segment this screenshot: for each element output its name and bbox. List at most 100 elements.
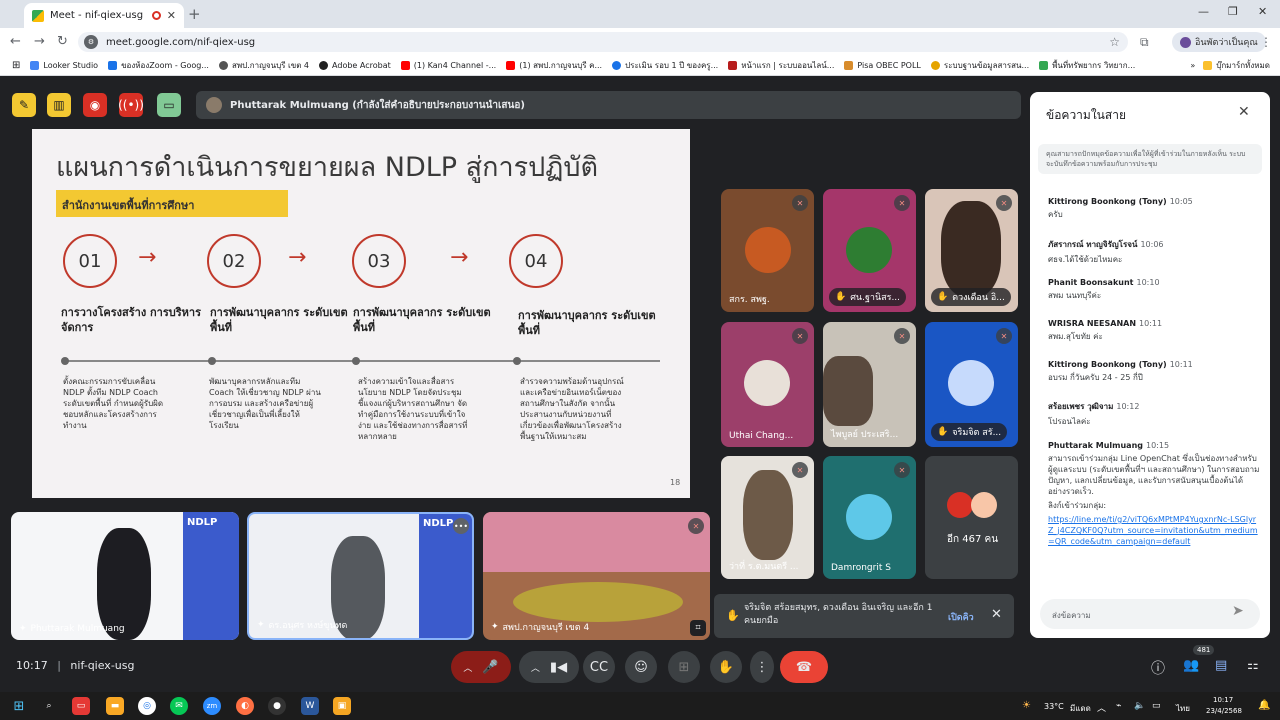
battery-icon[interactable]: ▭ xyxy=(1152,701,1161,711)
address-bar[interactable]: ⚙ meet.google.com/nif-qiex-usg ☆ xyxy=(78,32,1128,52)
firefox-icon[interactable]: ◐ xyxy=(236,697,254,715)
close-window-icon[interactable]: ✕ xyxy=(1258,5,1267,18)
close-icon[interactable]: ✕ xyxy=(991,607,1002,622)
bookmark-item[interactable]: Looker Studio xyxy=(30,61,98,70)
raised-hand-icon: ✋ xyxy=(835,292,847,302)
annotate-toggle-icon[interactable]: ✎ xyxy=(12,93,36,117)
camera-button[interactable]: ︿ ▮◀ xyxy=(519,651,579,683)
forward-icon[interactable]: → xyxy=(34,34,45,49)
bookmark-item[interactable]: ของห้องZoom - Goog... xyxy=(108,59,209,72)
new-tab-button[interactable]: + xyxy=(188,5,201,23)
participant-tile[interactable]: NDLP ✦ Phuttarak Mulmuang xyxy=(11,512,239,640)
message-text: ครับ xyxy=(1048,210,1063,219)
participant-tile[interactable]: ✕ ✦ สพป.กาญจนบุรี เขต 4 ⌗ xyxy=(483,512,710,640)
participant-tile[interactable]: ✕ ✋ จริมจิต สรั... xyxy=(925,322,1018,447)
live-stream-icon[interactable]: ((•)) xyxy=(118,93,144,117)
participant-name: ว่าที่ ร.ต.มนตรี ... xyxy=(729,562,799,572)
chat-info: คุณสามารถปักหมุดข้อความเพื่อให้ผู้ที่เข้… xyxy=(1038,144,1262,174)
more-options-button[interactable]: ⋮ xyxy=(750,651,774,683)
clock-time[interactable]: 10:17 xyxy=(1213,696,1233,704)
info-icon[interactable]: ⓘ xyxy=(1151,658,1165,678)
bookmark-star-icon[interactable]: ☆ xyxy=(1109,35,1120,49)
profile-button[interactable]: อินพัตว่าเป็นคุณ xyxy=(1172,32,1266,52)
chevron-up-icon[interactable]: ︿ xyxy=(463,661,472,674)
file-explorer-icon[interactable]: ▬ xyxy=(106,697,124,715)
raise-hand-button[interactable]: ✋ xyxy=(710,651,742,683)
companion-icon[interactable]: ▭ xyxy=(157,93,181,117)
room-curtain xyxy=(483,512,710,572)
mic-button[interactable]: ︿ 🎤 xyxy=(451,651,511,683)
record-icon[interactable]: ◉ xyxy=(83,93,107,117)
network-icon[interactable]: ⌁ xyxy=(1116,701,1121,711)
participant-name: ✋ ดวงเดือน อิ... xyxy=(931,288,1011,306)
more-options-icon[interactable]: ••• xyxy=(453,518,469,534)
app-icon[interactable]: ▣ xyxy=(333,697,351,715)
chevron-up-icon[interactable]: ︿ xyxy=(531,661,540,674)
search-icon[interactable]: ⌕ xyxy=(40,697,58,715)
word-icon[interactable]: W xyxy=(301,697,319,715)
tab-meet[interactable]: Meet - nif-qiex-usg ✕ xyxy=(24,3,184,28)
participant-tile[interactable]: ✕ Damrongrit S xyxy=(823,456,916,579)
bookmark-item[interactable]: ระบบฐานข้อมูลสารสน... xyxy=(930,59,1029,72)
participant-tile[interactable]: ✕ สกร. สพฐ. xyxy=(721,189,814,312)
reload-icon[interactable]: ↻ xyxy=(57,34,68,49)
all-bookmarks[interactable]: บุ๊กมาร์กทั้งหมด xyxy=(1203,59,1270,72)
participant-tile[interactable]: NDLP ••• ✦ ดร.อนุศร หงษ์ขุนทด xyxy=(247,512,474,640)
app-icon[interactable]: ▭ xyxy=(72,697,90,715)
open-queue-button[interactable]: เปิดคิว xyxy=(948,610,974,624)
captions-button[interactable]: CC xyxy=(583,651,615,683)
participant-tile[interactable]: ✕ Uthai Chang... xyxy=(721,322,814,447)
step-number: 02 xyxy=(207,234,261,288)
layout-icon[interactable]: ▥ xyxy=(47,93,71,117)
message-time: 10:15 xyxy=(1146,441,1170,450)
extensions-icon[interactable]: ⧉ xyxy=(1140,35,1149,50)
chrome-icon[interactable]: ◎ xyxy=(138,697,156,715)
menu-icon[interactable]: ⋮ xyxy=(1260,35,1272,49)
more-participants-tile[interactable]: อีก 467 คน xyxy=(925,456,1018,579)
bookmark-item[interactable]: พื้นที่ทรัพยากร วิทยาก... xyxy=(1039,59,1135,72)
activities-icon[interactable]: ⚏ xyxy=(1247,658,1259,673)
participant-tile[interactable]: ✕ ✋ ศน.ฐานิสร... xyxy=(823,189,916,312)
participant-tile[interactable]: ✕ ว่าที่ ร.ต.มนตรี ... xyxy=(721,456,814,579)
ndlp-backdrop xyxy=(183,512,239,640)
present-button[interactable]: ⊞ xyxy=(668,651,700,683)
windows-start-icon[interactable]: ⊞ xyxy=(10,697,28,715)
bookmark-item[interactable]: หน้าแรก | ระบบออนไลน์... xyxy=(728,59,834,72)
bookmark-item[interactable]: (1) สพป.กาญจนบุรี ค... xyxy=(506,59,602,72)
chat-icon[interactable]: ▤ xyxy=(1215,658,1227,673)
participant-tile[interactable]: ✕ ✋ ดวงเดือน อิ... xyxy=(925,189,1018,312)
apps-icon[interactable]: ⊞ xyxy=(12,60,20,71)
clock-date[interactable]: 23/4/2568 xyxy=(1206,707,1242,715)
bookmark-item[interactable]: ประเมิน รอบ 1 ปี ของครู... xyxy=(612,59,718,72)
chat-input[interactable]: ส่งข้อความ xyxy=(1040,599,1260,629)
weather-temp[interactable]: 33°C xyxy=(1044,702,1064,711)
presenter-avatar xyxy=(206,97,222,113)
bookmark-item[interactable]: (1) Kan4 Channel -... xyxy=(400,61,496,70)
leave-call-button[interactable]: ☎ xyxy=(780,651,828,683)
crop-icon[interactable]: ⌗ xyxy=(690,620,706,636)
send-icon[interactable]: ➤ xyxy=(1232,603,1244,619)
app-icon[interactable]: ● xyxy=(268,697,286,715)
bookmark-item[interactable]: สพป.กาญจนบุรี เขต 4 xyxy=(218,59,309,72)
zoom-icon[interactable]: zm xyxy=(203,697,221,715)
input-language[interactable]: ไทย xyxy=(1176,702,1190,715)
close-icon[interactable]: ✕ xyxy=(1238,104,1250,120)
close-tab-icon[interactable]: ✕ xyxy=(167,9,176,22)
more-bookmarks[interactable]: » xyxy=(1190,61,1195,70)
minimize-icon[interactable]: — xyxy=(1198,5,1209,18)
line-icon[interactable]: ✉ xyxy=(170,697,188,715)
site-info-icon[interactable]: ⚙ xyxy=(84,35,98,49)
participant-avatar xyxy=(744,360,790,406)
participant-tile[interactable]: ✕ ไพบูลย์ ประเสริ... xyxy=(823,322,916,447)
back-icon[interactable]: ← xyxy=(10,34,21,49)
volume-icon[interactable]: 🔈 xyxy=(1134,701,1145,711)
maximize-icon[interactable]: ❐ xyxy=(1228,5,1238,18)
notification-bell-icon[interactable]: 🔔 xyxy=(1258,700,1270,711)
profile-label: อินพัตว่าเป็นคุณ xyxy=(1195,38,1258,48)
bookmark-item[interactable]: Pisa OBEC POLL xyxy=(844,61,921,70)
reactions-button[interactable]: ☺ xyxy=(625,651,657,683)
people-icon[interactable]: 👥 xyxy=(1183,658,1199,673)
tray-chevron-icon[interactable]: ︿ xyxy=(1097,701,1106,714)
message-link[interactable]: https://line.me/ti/g2/viTQ6xMPtMP4Yugxnr… xyxy=(1048,515,1258,546)
bookmark-item[interactable]: Adobe Acrobat xyxy=(319,61,391,70)
